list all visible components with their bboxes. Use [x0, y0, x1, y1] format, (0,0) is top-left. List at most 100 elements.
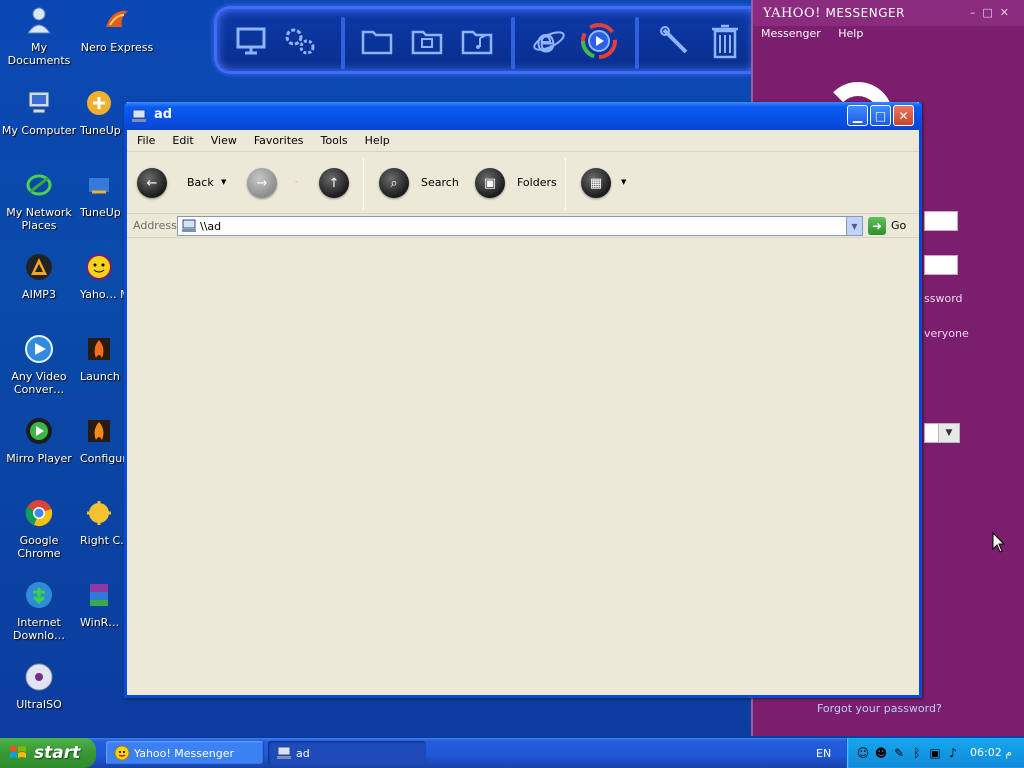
right-click-image-icon [82, 496, 116, 530]
desktop-icon-label: TuneUp U… 201… [80, 124, 128, 137]
close-icon: ✕ [898, 108, 909, 123]
desktop-icon-my-computer[interactable]: My Computer [0, 86, 78, 137]
forgot-password-link[interactable]: Forgot your password? [817, 702, 942, 715]
mirro-player-icon [22, 414, 56, 448]
address-dropdown-button[interactable]: ▼ [846, 217, 862, 235]
arrow-right-icon: → [256, 175, 268, 191]
forward-button[interactable]: → [247, 168, 277, 198]
desktop-icon-right-click-image[interactable]: Right C… Image… [78, 496, 128, 547]
explorer-titlebar[interactable]: ad ▁ □ ✕ [124, 102, 922, 130]
desktop-icon-yahoo-messenger[interactable]: Yaho… Messen… [78, 250, 128, 301]
yahoo-id-field[interactable] [924, 211, 958, 231]
address-label: Address [133, 219, 177, 232]
dock-folder-music-icon[interactable] [457, 21, 497, 61]
chevron-down-icon[interactable]: ▼ [938, 423, 960, 443]
menu-favorites[interactable]: Favorites [254, 134, 304, 147]
desktop-icon-mirro-player[interactable]: Mirro Player [0, 414, 78, 465]
menu-view[interactable]: View [211, 134, 237, 147]
menu-edit[interactable]: Edit [172, 134, 193, 147]
any-video-converter-icon [22, 332, 56, 366]
dock-folder-users-icon[interactable] [357, 21, 397, 61]
network-places-icon [22, 168, 56, 202]
desktop-icon-winrar[interactable]: WinR… [78, 578, 128, 629]
folders-label[interactable]: Folders [517, 176, 557, 189]
yahoo-window-controls[interactable]: –□✕ [970, 6, 1016, 19]
language-indicator[interactable]: EN [816, 747, 831, 760]
monitor-tray-icon[interactable]: ▣ [927, 745, 943, 761]
dock-internet-explorer-icon[interactable]: e [529, 21, 569, 61]
configure-fire-screensaver-icon [82, 414, 116, 448]
desktop-icon-my-documents[interactable]: My Documents [0, 3, 78, 67]
close-icon[interactable]: ✕ [1000, 6, 1016, 19]
desktop-icon-network-places[interactable]: My Network Places [0, 168, 78, 232]
minimize-button[interactable]: ▁ [847, 105, 868, 126]
up-button[interactable]: ↑ [319, 168, 349, 198]
maximize-button[interactable]: □ [870, 105, 891, 126]
users-tray-icon[interactable]: ☻ [873, 745, 889, 761]
close-button[interactable]: ✕ [893, 105, 914, 126]
views-button[interactable]: ▦ [581, 168, 611, 198]
taskbar: start Yahoo! Messenger ad EN ☺ ☻ ✎ ᛒ ▣ ♪… [0, 738, 1024, 768]
network-drive-icon [181, 219, 197, 236]
back-button[interactable]: ← [137, 168, 167, 198]
go-arrow-icon[interactable]: ➜ [868, 217, 886, 235]
menu-help[interactable]: Help [365, 134, 390, 147]
network-tray-icon[interactable]: ✎ [891, 745, 907, 761]
menu-file[interactable]: File [137, 134, 155, 147]
mouse-cursor-icon [992, 531, 1006, 557]
toolbar-separator [565, 158, 566, 210]
address-input[interactable]: \\ad ▼ [177, 216, 863, 236]
desktop-icon-tuneup-maintenance[interactable]: TuneUp Mainten… [78, 168, 128, 219]
yahoo-menu-help[interactable]: Help [838, 27, 863, 40]
dock-media-player-icon[interactable] [579, 21, 619, 61]
start-button[interactable]: start [0, 738, 96, 768]
yahoo-tray-icon[interactable]: ☺ [855, 745, 871, 761]
yahoo-sign-in-as-fragment[interactable]: veryone [924, 327, 969, 340]
search-button[interactable]: ⌕ [379, 168, 409, 198]
restore-icon[interactable]: □ [982, 6, 999, 19]
back-dropdown-icon[interactable]: ▼ [221, 178, 226, 186]
views-dropdown-icon[interactable]: ▼ [621, 178, 626, 186]
start-label: start [34, 743, 81, 763]
folders-button[interactable]: ▣ [475, 168, 505, 198]
volume-tray-icon[interactable]: ♪ [945, 745, 961, 761]
go-button[interactable]: Go [891, 219, 906, 232]
desktop-icon-label: Mirro Player [6, 452, 72, 465]
desktop-icon-any-video-converter[interactable]: Any Video Conver… [0, 332, 78, 396]
dock-folder-pictures-icon[interactable] [407, 21, 447, 61]
dock-settings-icon[interactable] [279, 21, 319, 61]
search-label[interactable]: Search [421, 176, 459, 189]
taskbar-button-yahoo-messenger[interactable]: Yahoo! Messenger [106, 741, 264, 765]
dock-computer-icon[interactable] [231, 21, 271, 61]
desktop-icon-nero-express[interactable]: Nero Express [78, 3, 156, 54]
desktop-icon-aimp3[interactable]: AIMP3 [0, 250, 78, 301]
back-label[interactable]: Back [187, 176, 214, 189]
dock-tools-icon[interactable] [655, 21, 695, 61]
address-value: \\ad [200, 219, 222, 233]
folder-content-area[interactable] [127, 238, 919, 695]
desktop-icon-tuneup[interactable]: TuneUp U… 201… [78, 86, 128, 137]
clock[interactable]: 06:02 م [970, 746, 1012, 759]
desktop-icon-label: TuneUp Mainten… [80, 206, 128, 219]
yahoo-remember-password-fragment[interactable]: ssword [924, 292, 963, 305]
desktop-icon-configure-fire[interactable]: Configur… Fire Scre… [78, 414, 128, 465]
taskbar-button-label: Yahoo! Messenger [134, 746, 235, 760]
desktop-icon-launch-fire[interactable]: Launch Fire Scr… [78, 332, 128, 383]
yahoo-messenger-shortcut-icon [82, 250, 116, 284]
explorer-window[interactable]: ad ▁ □ ✕ File Edit View Favorites Tools … [124, 102, 922, 698]
yahoo-password-field[interactable] [924, 255, 958, 275]
desktop-icon-internet-download[interactable]: Internet Downlo… [0, 578, 78, 642]
dock-recycle-bin-icon[interactable] [705, 21, 745, 61]
maximize-icon: □ [874, 108, 887, 123]
minimize-icon[interactable]: – [970, 6, 983, 19]
desktop-icon-label: WinR… [80, 616, 120, 629]
forward-dropdown-icon[interactable]: - [295, 178, 298, 186]
taskbar-button-ad[interactable]: ad [268, 741, 426, 765]
bluetooth-tray-icon[interactable]: ᛒ [909, 745, 925, 761]
launch-fire-screensaver-icon [82, 332, 116, 366]
desktop-icon-ultraiso[interactable]: UltraISO [0, 660, 78, 711]
menu-tools[interactable]: Tools [321, 134, 348, 147]
desktop-icon-google-chrome[interactable]: Google Chrome [0, 496, 78, 560]
taskbar-button-label: ad [296, 746, 310, 760]
yahoo-menu-messenger[interactable]: Messenger [761, 27, 821, 40]
